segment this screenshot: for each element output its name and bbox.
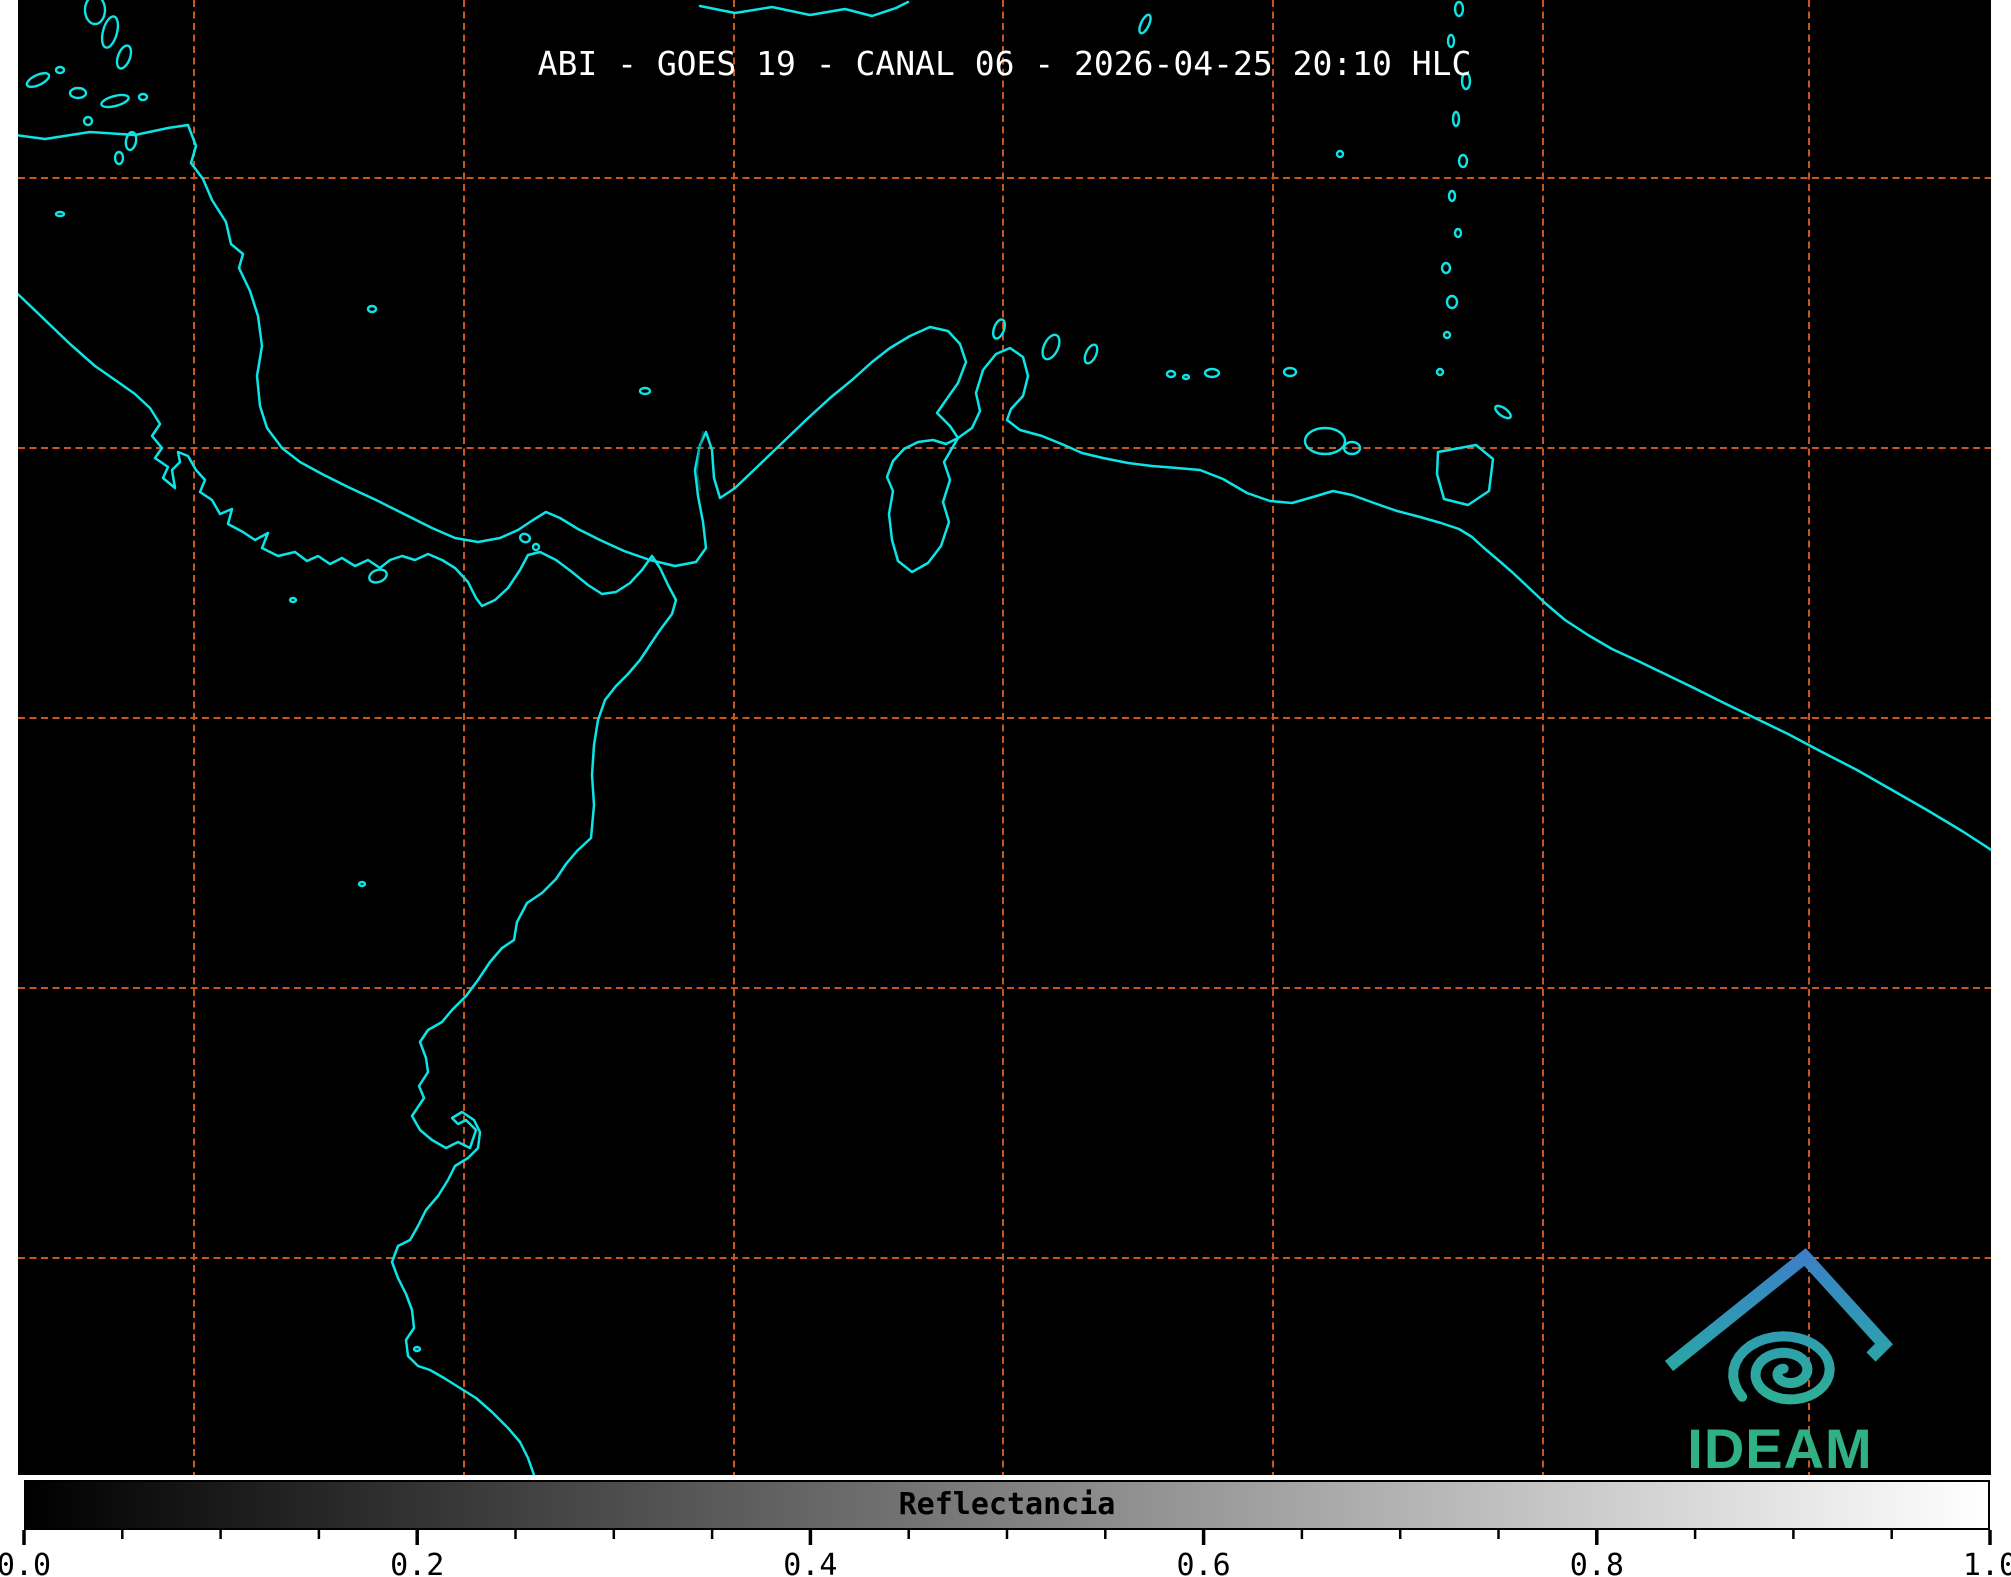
colorbar-tick-label: 0.6 xyxy=(1176,1548,1231,1577)
ideam-logo-text: IDEAM xyxy=(1687,1417,1873,1480)
colorbar-tick-label: 0.8 xyxy=(1569,1548,1624,1577)
figure-canvas: ABI - GOES 19 - CANAL 06 - 2026-04-25 20… xyxy=(0,0,2011,1577)
colorbar-tick-label: 1.0 xyxy=(1962,1548,2011,1577)
colorbar-tick-label: 0.4 xyxy=(783,1548,838,1577)
colorbar-axis xyxy=(22,1530,1992,1545)
colorbar-tick-label: 0.2 xyxy=(390,1548,445,1577)
colorbar-tick-label: 0.0 xyxy=(0,1548,52,1577)
